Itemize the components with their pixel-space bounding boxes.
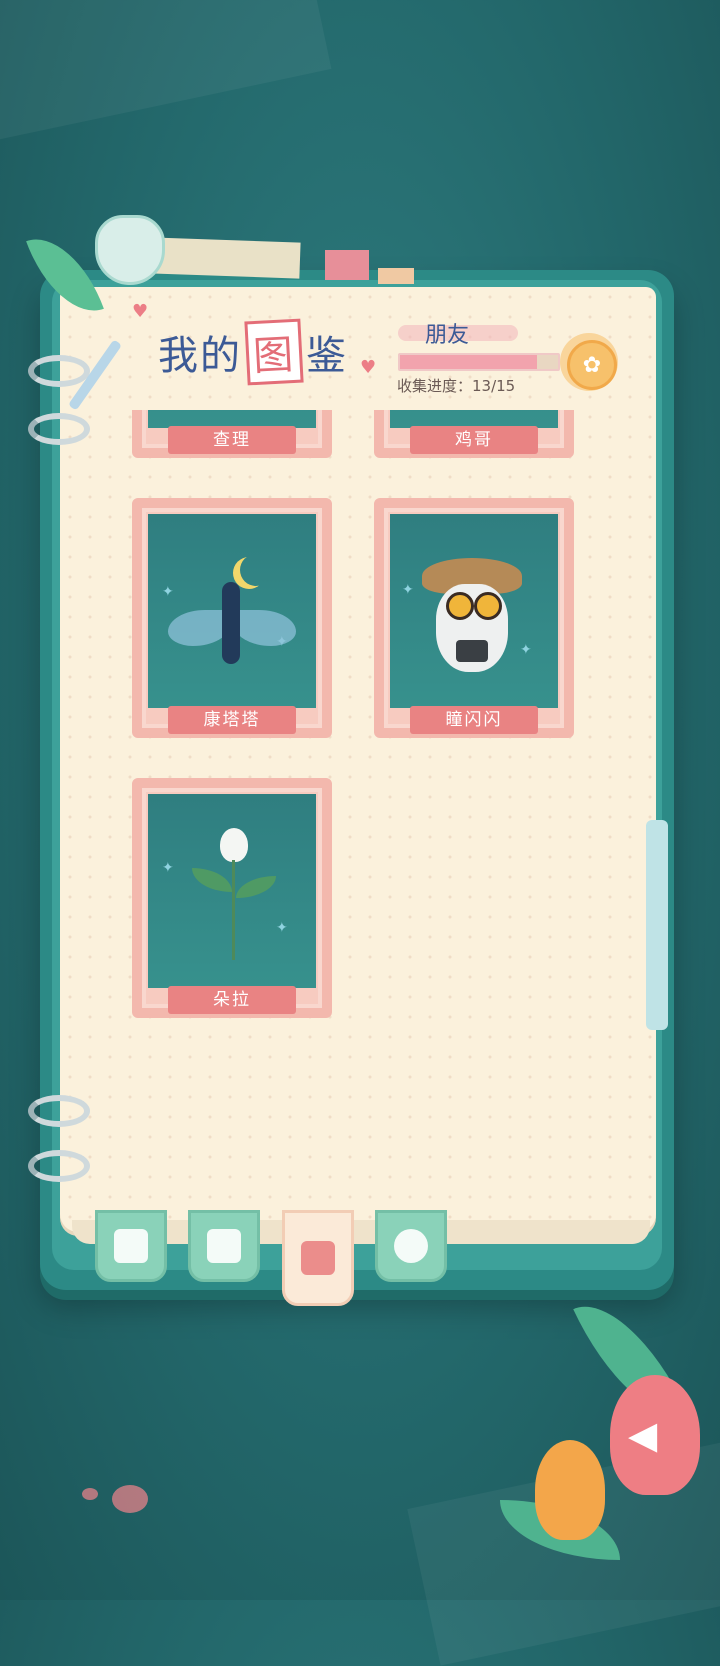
background-shape	[0, 0, 332, 148]
collection-progress-bar	[398, 353, 560, 371]
card-name-label: 瞳闪闪	[410, 706, 538, 734]
collection-card[interactable]: ✦ ✦ 康塔塔	[132, 498, 332, 738]
pebble-decoration	[112, 1485, 148, 1513]
heart-icon: ♥	[360, 357, 377, 378]
back-button[interactable]: ◀	[610, 1375, 700, 1495]
title-text: 鉴	[306, 333, 348, 379]
collection-card[interactable]: 鸡哥	[374, 410, 574, 458]
card-art: ✦ ✦	[148, 794, 316, 988]
title-text: 我的	[158, 333, 242, 379]
star-book-icon	[301, 1241, 335, 1275]
tulip-head	[220, 828, 248, 862]
gift-reward-button[interactable]: ✿	[567, 340, 617, 390]
tulip-decoration-icon	[95, 215, 165, 285]
moth-fairy-icon	[168, 548, 296, 678]
wing-left	[168, 610, 230, 646]
card-name-label: 鸡哥	[410, 426, 538, 454]
sparkle-icon: ✦	[162, 860, 174, 876]
card-name-label: 朵拉	[168, 986, 296, 1014]
card-name-label: 康塔塔	[168, 706, 296, 734]
heart-icon: ♥	[132, 301, 149, 322]
back-arrow-icon: ◀	[628, 1413, 658, 1457]
tulip-spirit-icon	[188, 828, 278, 968]
collection-card[interactable]: ✦ ✦ 瞳闪闪	[374, 498, 574, 738]
wing-right	[234, 610, 296, 646]
tulip-leaf	[192, 868, 232, 892]
collection-card[interactable]: ✦ ✦ 朵拉	[132, 778, 332, 1018]
owl-eye	[474, 592, 502, 620]
pen-icon	[67, 339, 123, 411]
tape-decoration	[325, 250, 369, 280]
owl-eye	[446, 592, 474, 620]
category-label: 朋友	[425, 323, 470, 348]
card-art: ✦ ✦	[148, 514, 316, 708]
page-title: 我的图鉴	[158, 318, 348, 386]
collection-progress-text: 收集进度：13/15	[397, 377, 516, 395]
tulip-stem	[232, 860, 235, 960]
tulip-decoration-icon	[535, 1440, 605, 1540]
moth-body	[222, 582, 240, 664]
title-highlight: 图	[244, 318, 304, 386]
tab-collection[interactable]	[282, 1210, 354, 1306]
photo-album-icon	[207, 1229, 241, 1263]
camera-icon	[456, 640, 488, 662]
gift-icon: ✿	[582, 352, 602, 378]
tape-decoration	[378, 268, 414, 284]
collection-card[interactable]: 查理	[132, 410, 332, 458]
tape-decoration	[149, 237, 301, 279]
header: ♥ ♥ 我的图鉴 朋友 收集进度：13/15 ✿	[60, 295, 656, 411]
card-name-label: 查理	[168, 426, 296, 454]
sparkle-icon: ✦	[402, 582, 414, 598]
tulip-leaf	[236, 876, 276, 898]
progress-fill	[400, 355, 537, 369]
card-art: ✦ ✦	[390, 514, 558, 708]
tab-notes[interactable]	[95, 1210, 167, 1282]
flower-icon	[394, 1229, 428, 1263]
owl-explorer-icon	[418, 548, 528, 688]
pebble-decoration	[82, 1488, 98, 1500]
tab-flower[interactable]	[375, 1210, 447, 1282]
lace-ribbon-decoration	[646, 820, 668, 1030]
crescent-moon-icon	[240, 554, 272, 586]
collection-grid[interactable]: 查理 鸡哥 ✦ ✦ 康塔塔 ✦ ✦	[60, 410, 656, 1210]
notes-pencil-icon	[114, 1229, 148, 1263]
tab-album[interactable]	[188, 1210, 260, 1282]
